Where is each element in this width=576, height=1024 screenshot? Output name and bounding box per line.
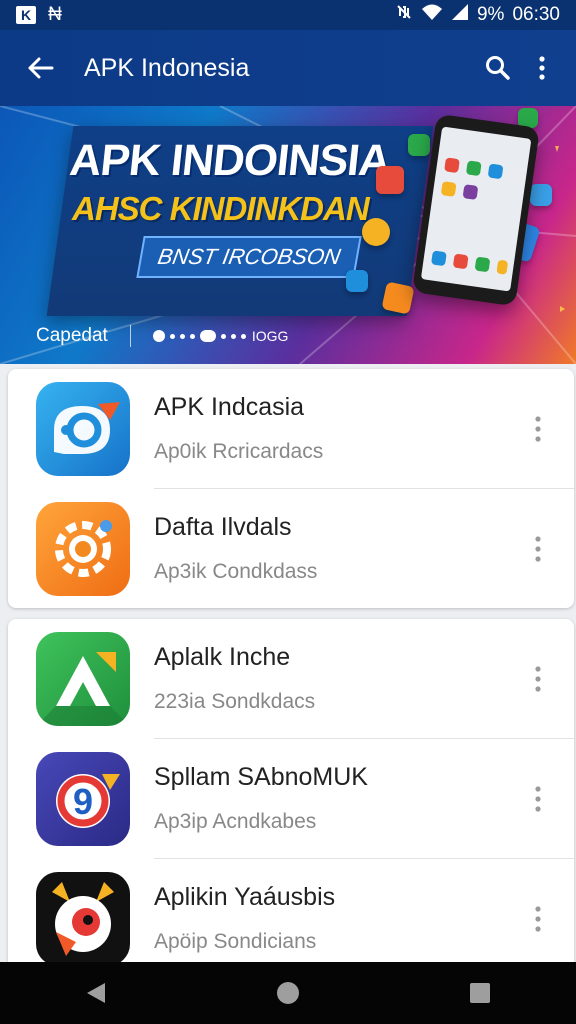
floating-app-icon [408, 134, 430, 156]
back-arrow-icon[interactable] [22, 50, 58, 86]
divider [129, 325, 131, 347]
app-subtitle: Ap3ik Condkdass [154, 560, 318, 583]
banner-subheadline: AHSC KINDINKDAN [72, 190, 370, 227]
floating-app-icon [362, 218, 390, 246]
system-nav-bar [0, 962, 576, 1024]
app-name: Aplikin Yaáusbis [154, 883, 336, 911]
banner-counter: IOGG [251, 328, 289, 344]
status-bar: K ₦ 9% 06:30 [0, 0, 576, 30]
app-name: Dafta Ilvdals [154, 513, 292, 541]
banner-label: Capedat [36, 325, 108, 346]
app-list-card: APK Indcasia Ap0ik Rcricardacs Dafta Ilv… [8, 369, 574, 608]
more-vert-icon[interactable] [520, 46, 564, 90]
nav-recents-icon[interactable] [450, 963, 510, 1023]
blue-chat-icon [36, 381, 130, 476]
nav-home-icon[interactable] [258, 963, 318, 1023]
svg-text:9: 9 [73, 781, 93, 822]
list-item[interactable]: Aplalk Inche 223ia Sondkdacs [8, 619, 574, 738]
page-title: APK Indonesia [84, 53, 250, 82]
app-name: Aplalk Inche [154, 643, 291, 671]
banner-footer: Capedat IOGG [36, 321, 576, 351]
more-vert-icon[interactable] [518, 649, 558, 709]
notification-badge: K [16, 6, 37, 24]
floating-app-icon [381, 281, 415, 315]
floating-app-icon [346, 270, 368, 292]
battery-level: 9% [476, 4, 505, 25]
notification-glyph: ₦ [48, 4, 62, 25]
list-item[interactable]: APK Indcasia Ap0ik Rcricardacs [8, 369, 574, 488]
banner-pill: BNST IRCOBSON [136, 236, 362, 278]
list-item[interactable]: 9 Spllam SAbnoMUK Ap3ip Acndkabes [36, 738, 574, 858]
app-subtitle: Apöip Sondicians [154, 930, 317, 953]
orange-gear-icon [36, 501, 130, 596]
more-vert-icon[interactable] [518, 769, 558, 829]
nav-back-icon[interactable] [66, 963, 126, 1023]
app-name: APK Indcasia [154, 393, 305, 421]
floating-app-icon [376, 166, 404, 194]
list-item[interactable]: Aplikin Yaáusbis Apöip Sondicians [36, 858, 574, 969]
app-subtitle: Ap3ip Acndkabes [154, 810, 317, 833]
app-list-card: Aplalk Inche 223ia Sondkdacs 9 Spllam SA… [8, 619, 574, 969]
purple-g-icon: 9 [36, 751, 130, 846]
floating-app-icon [530, 184, 552, 206]
wifi-icon [421, 3, 443, 27]
list-item[interactable]: Dafta Ilvdals Ap3ik Condkdass [36, 488, 574, 608]
carousel-indicator[interactable] [152, 330, 246, 342]
more-vert-icon[interactable] [518, 399, 558, 459]
signal-icon [451, 3, 469, 27]
banner-headline: APK INDOINSIA [67, 136, 393, 185]
app-bar: APK Indonesia [0, 30, 576, 106]
more-vert-icon[interactable] [518, 519, 558, 579]
app-subtitle: Ap0ik Rcricardacs [154, 440, 324, 463]
vibrate-off-icon [395, 3, 413, 27]
green-triangle-icon [36, 631, 130, 726]
black-bird-icon [36, 871, 130, 966]
more-vert-icon[interactable] [518, 889, 558, 949]
search-icon[interactable] [476, 46, 520, 90]
promo-banner[interactable]: APK INDOINSIA AHSC KINDINKDAN BNST IRCOB… [0, 106, 576, 364]
app-subtitle: 223ia Sondkdacs [154, 690, 316, 713]
app-name: Spllam SAbnoMUK [154, 763, 368, 791]
clock: 06:30 [512, 4, 560, 25]
